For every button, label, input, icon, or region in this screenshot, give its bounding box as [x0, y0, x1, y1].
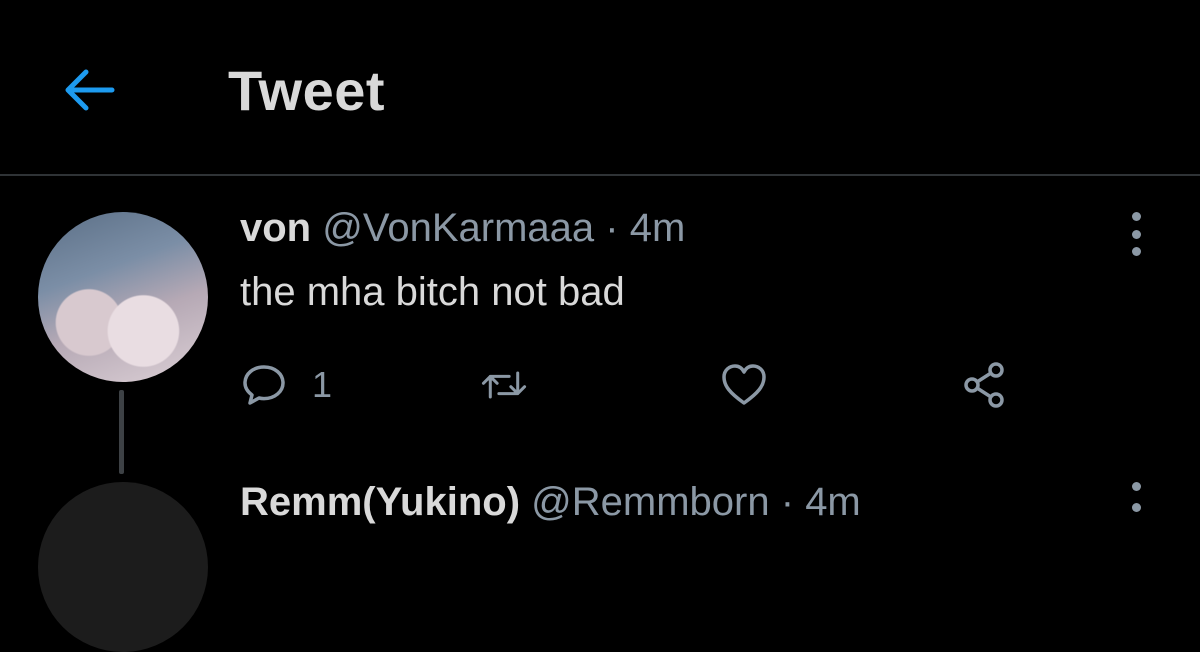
- arrow-left-icon: [65, 69, 115, 111]
- share-icon: [964, 362, 1004, 408]
- more-options-button[interactable]: [1118, 482, 1154, 512]
- author-name[interactable]: Remm(Yukino): [240, 480, 520, 524]
- more-icon: [1131, 503, 1141, 512]
- retweet-icon: [481, 371, 527, 399]
- meta-separator: ·: [780, 480, 795, 524]
- tweet-meta: Remm(Yukino) @Remmborn · 4m: [240, 480, 861, 525]
- reply-icon: [243, 365, 285, 405]
- reply-count: 1: [312, 364, 333, 405]
- next-tweet[interactable]: Remm(Yukino) @Remmborn · 4m: [0, 476, 1200, 652]
- author-handle[interactable]: @Remmborn: [531, 480, 769, 524]
- like-icon: [722, 364, 766, 405]
- avatar[interactable]: [38, 482, 208, 652]
- more-options-button[interactable]: [1118, 212, 1154, 256]
- meta-separator: ·: [605, 206, 619, 250]
- back-button[interactable]: [56, 60, 120, 120]
- tweet-text: the mha bitch not bad: [240, 270, 625, 314]
- tweet-time[interactable]: 4m: [805, 480, 861, 524]
- more-icon: [1131, 212, 1141, 221]
- author-name[interactable]: von: [240, 206, 311, 250]
- more-icon: [1131, 247, 1141, 256]
- reply-button[interactable]: 1: [240, 360, 332, 410]
- thread-line: [119, 390, 124, 474]
- avatar[interactable]: [38, 212, 208, 382]
- tweet-meta: von @VonKarmaaa · 4m: [240, 206, 685, 251]
- share-button[interactable]: [960, 360, 1008, 410]
- tweet[interactable]: von @VonKarmaaa · 4m the mha bitch not b…: [0, 176, 1200, 476]
- page-title: Tweet: [228, 59, 386, 122]
- tweet-time[interactable]: 4m: [630, 206, 686, 250]
- top-bar: Tweet: [0, 0, 1200, 174]
- more-icon: [1131, 229, 1141, 239]
- like-button[interactable]: [720, 360, 768, 410]
- retweet-button[interactable]: [480, 360, 528, 410]
- tweet-actions: 1: [240, 360, 1040, 410]
- more-icon: [1131, 482, 1141, 491]
- author-handle[interactable]: @VonKarmaaa: [322, 206, 594, 250]
